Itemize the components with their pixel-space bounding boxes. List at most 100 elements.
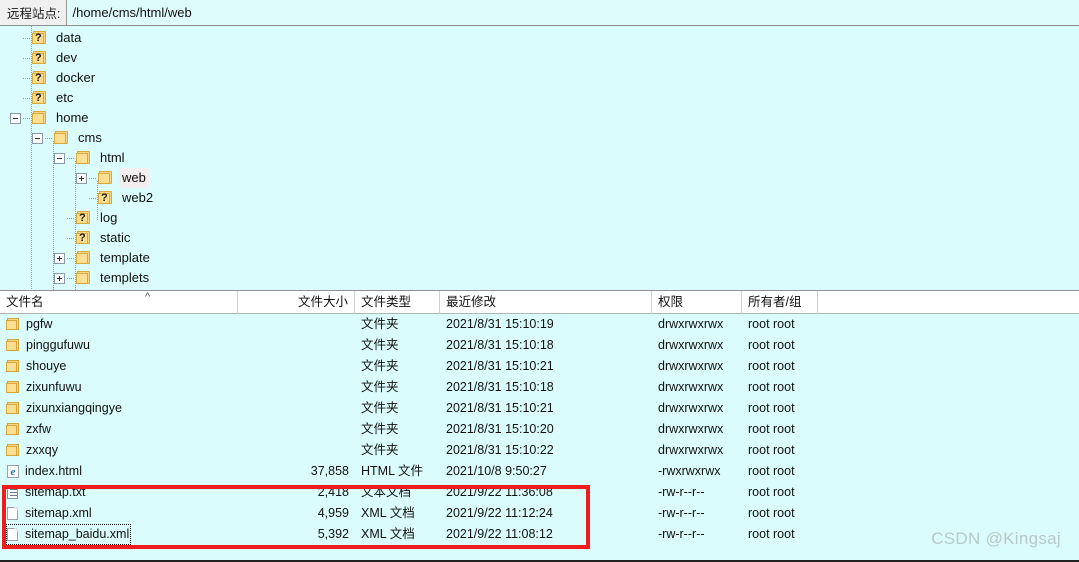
tree-expand-icon[interactable]	[76, 172, 87, 184]
column-header-filesize[interactable]: 文件大小	[238, 291, 355, 314]
cell-filler	[818, 482, 1079, 503]
cell-permissions: -rw-r--r--	[658, 527, 705, 541]
cell-filetype: 文件夹	[361, 359, 399, 373]
cell-filler	[818, 461, 1079, 482]
cell-permissions: drwxrwxrwx	[658, 422, 724, 436]
tree-node-static[interactable]: ? static	[0, 228, 1079, 248]
cell-filesize: 37,858	[310, 464, 349, 478]
table-row[interactable]: zxxqy 文件夹 2021/8/31 15:10:22 drwxrwxrwx root…	[0, 440, 1079, 461]
tree-node-label: web2	[122, 190, 154, 205]
cell-filesize	[238, 377, 355, 398]
tree-node-home[interactable]: home	[0, 108, 1079, 128]
cell-filler	[818, 335, 1079, 356]
filename-wrapper: zxxqy	[6, 440, 60, 461]
cell-owner-group: root root	[748, 401, 795, 415]
cell-filesize: 4,959	[317, 506, 349, 520]
cell-permissions: -rw-r--r--	[658, 485, 705, 499]
table-row[interactable]: zixunfuwu 文件夹 2021/8/31 15:10:18 drwxrwxrwx…	[0, 377, 1079, 398]
remote-directory-tree[interactable]: ? data? dev ? docker? etc home cms html web? web2?…	[0, 26, 1079, 291]
tree-node-cms[interactable]: cms	[0, 128, 1079, 148]
tree-node-docker[interactable]: ? docker	[0, 68, 1079, 88]
table-row[interactable]: sitemap.xml 4,959 XML 文档 2021/9/22 11:12:24…	[0, 503, 1079, 524]
folder-unknown-icon: ?	[32, 51, 49, 65]
table-row[interactable]: pinggufuwu 文件夹 2021/8/31 15:10:18 drwxrwxrw…	[0, 335, 1079, 356]
tree-node-etc[interactable]: ? etc	[0, 88, 1079, 108]
cell-filename: sitemap_baidu.xml	[0, 524, 238, 545]
column-header-filename[interactable]: 文件名	[0, 291, 238, 314]
cell-filetype: 文件夹	[361, 401, 399, 415]
column-header-filetype[interactable]: 文件类型	[355, 291, 440, 314]
tree-connector-line	[23, 57, 31, 59]
remote-file-list[interactable]: 文件名 文件大小 文件类型 最近修改 权限 所有者/组 ^ pgfw 文件夹 202…	[0, 291, 1079, 561]
tree-node-template[interactable]: template	[0, 248, 1079, 268]
tree-node-label: data	[56, 30, 82, 45]
filename-wrapper: pgfw	[6, 314, 54, 335]
tree-expand-icon[interactable]	[54, 272, 65, 284]
cell-filename: zxxqy	[0, 440, 238, 461]
tree-node-label: dev	[56, 50, 77, 65]
tree-connector-line	[23, 37, 31, 39]
cell-owner-group: root root	[748, 443, 795, 457]
column-header-owner-group[interactable]: 所有者/组	[742, 291, 818, 314]
tree-node-web[interactable]: web	[0, 168, 1079, 188]
xml-file-icon	[7, 528, 18, 541]
filename-wrapper: zixunxiangqingye	[6, 398, 124, 419]
folder-icon	[76, 271, 93, 285]
cell-permissions: drwxrwxrwx	[658, 380, 724, 394]
folder-icon	[76, 151, 93, 165]
folder-icon	[54, 131, 71, 145]
tree-node-label: cms	[78, 130, 102, 145]
column-header-filler	[818, 291, 1079, 314]
tree-node-label: web	[119, 168, 149, 188]
text-file-icon	[7, 486, 18, 499]
tree-node-label: templets	[100, 270, 150, 285]
filename-text: zixunxiangqingye	[26, 401, 122, 415]
cell-filesize	[238, 440, 355, 461]
folder-icon	[6, 423, 20, 436]
tree-node-html[interactable]: html	[0, 148, 1079, 168]
table-row[interactable]: e index.html 37,858 HTML 文件 2021/10/8 9:50:2…	[0, 461, 1079, 482]
table-row[interactable]: zixunxiangqingye 文件夹 2021/8/31 15:10:21 drw…	[0, 398, 1079, 419]
filename-text: pinggufuwu	[26, 338, 90, 352]
filename-wrapper: zixunfuwu	[6, 377, 84, 398]
column-header-permissions[interactable]: 权限	[652, 291, 742, 314]
cell-filename: zxfw	[0, 419, 238, 440]
filename-text: sitemap.xml	[25, 506, 92, 520]
tree-collapse-icon[interactable]	[32, 132, 43, 144]
filename-wrapper: sitemap.xml	[6, 503, 94, 524]
remote-path-input[interactable]: /home/cms/html/web	[67, 0, 1079, 25]
column-header-lastmodified[interactable]: 最近修改	[440, 291, 652, 314]
tree-node-web2[interactable]: ? web2	[0, 188, 1079, 208]
tree-connector-line	[67, 217, 75, 219]
table-row[interactable]: sitemap.txt 2,418 文本文档 2021/9/22 11:36:08 -r…	[0, 482, 1079, 503]
cell-lastmodified: 2021/8/31 15:10:20	[446, 422, 554, 436]
sort-ascending-icon: ^	[145, 291, 151, 303]
tree-collapse-icon[interactable]	[10, 112, 21, 124]
tree-node-dev[interactable]: ? dev	[0, 48, 1079, 68]
cell-permissions: drwxrwxrwx	[658, 443, 724, 457]
tree-expand-icon[interactable]	[54, 252, 65, 264]
cell-permissions: drwxrwxrwx	[658, 338, 724, 352]
filename-text: index.html	[25, 464, 82, 478]
tree-node-data[interactable]: ? data	[0, 28, 1079, 48]
table-row[interactable]: pgfw 文件夹 2021/8/31 15:10:19 drwxrwxrwx root …	[0, 314, 1079, 335]
table-row[interactable]: sitemap_baidu.xml 5,392 XML 文档 2021/9/22 11…	[0, 524, 1079, 545]
cell-filler	[818, 503, 1079, 524]
cell-filename: shouye	[0, 356, 238, 377]
tree-node-log[interactable]: ? log	[0, 208, 1079, 228]
folder-unknown-icon: ?	[98, 191, 115, 205]
cell-filetype: 文件夹	[361, 317, 399, 331]
table-row[interactable]: shouye 文件夹 2021/8/31 15:10:21 drwxrwxrwx roo…	[0, 356, 1079, 377]
tree-collapse-icon[interactable]	[54, 152, 65, 164]
tree-node-templets[interactable]: templets	[0, 268, 1079, 288]
file-list-header: 文件名 文件大小 文件类型 最近修改 权限 所有者/组 ^	[0, 291, 1079, 314]
tree-node-label: template	[100, 250, 150, 265]
cell-lastmodified: 2021/9/22 11:12:24	[446, 506, 553, 520]
table-row[interactable]: zxfw 文件夹 2021/8/31 15:10:20 drwxrwxrwx root …	[0, 419, 1079, 440]
tree-node-label: docker	[56, 70, 96, 85]
